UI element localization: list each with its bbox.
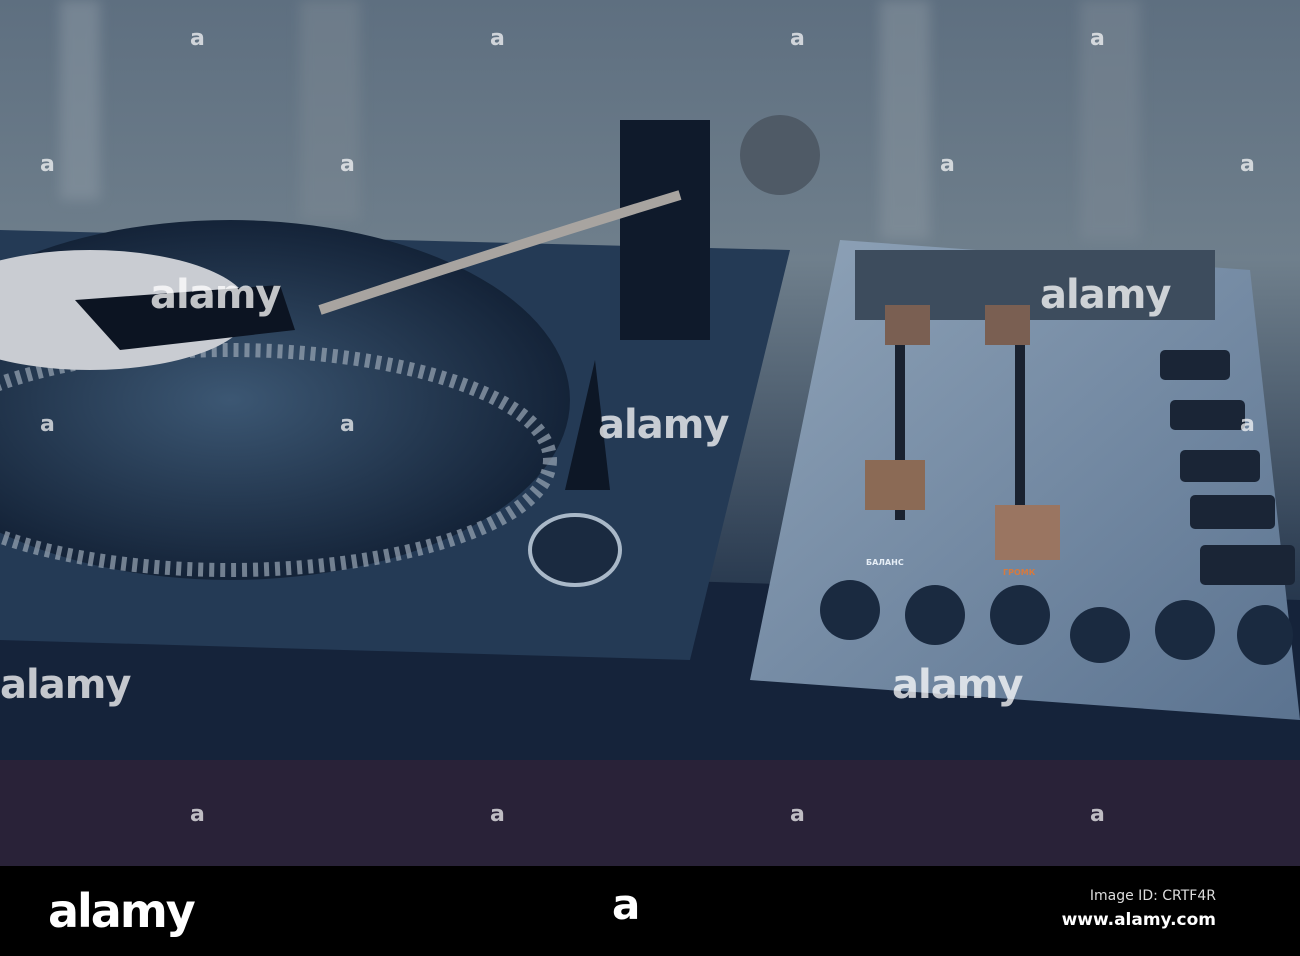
fader-label-volume: ГРОМК	[1003, 568, 1036, 577]
footer-bar: alamy a Image ID: CRTF4R www.alamy.com	[0, 866, 1300, 956]
fader-label-balance: БАЛАНС	[866, 558, 904, 567]
watermark-letter: a	[1240, 412, 1255, 437]
watermark-letter: a	[40, 152, 55, 177]
alamy-mark: a	[612, 880, 641, 929]
site-url: www.alamy.com	[1061, 910, 1216, 930]
image-id: Image ID: CRTF4R	[1089, 888, 1216, 904]
watermark-letter: a	[790, 26, 805, 51]
watermark-letter: a	[190, 802, 205, 827]
watermark-letter: a	[40, 412, 55, 437]
watermark-letter: a	[790, 802, 805, 827]
watermark-letter: a	[1240, 152, 1255, 177]
watermark: alamy	[0, 662, 131, 708]
watermark-letter: a	[490, 26, 505, 51]
watermark-letter: a	[1090, 802, 1105, 827]
watermark: alamy	[892, 662, 1023, 708]
watermark-letter: a	[940, 152, 955, 177]
alamy-logo: alamy	[48, 884, 196, 938]
watermark-letter: a	[340, 412, 355, 437]
watermark-letter: a	[190, 26, 205, 51]
watermark-letter: a	[340, 152, 355, 177]
watermark: alamy	[1040, 272, 1171, 318]
watermark-letter: a	[490, 802, 505, 827]
watermark: alamy	[598, 402, 729, 448]
watermark: alamy	[150, 272, 281, 318]
watermark-letter: a	[1090, 26, 1105, 51]
